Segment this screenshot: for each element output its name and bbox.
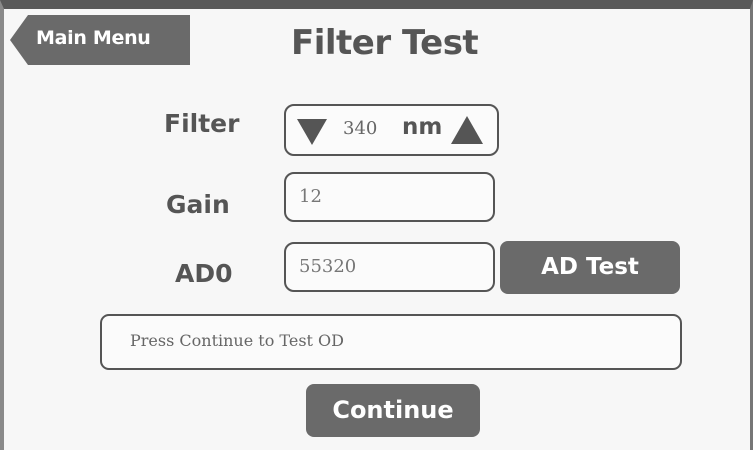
status-message-box: Press Continue to Test OD <box>100 314 682 370</box>
gain-value: 12 <box>299 186 322 207</box>
ad0-field[interactable]: 55320 <box>284 242 495 292</box>
increase-arrow-icon[interactable] <box>451 116 483 144</box>
filter-label: Filter <box>164 109 240 138</box>
ad0-value: 55320 <box>299 256 357 277</box>
ad0-label: AD0 <box>175 259 233 288</box>
gain-field[interactable]: 12 <box>284 172 495 222</box>
continue-label: Continue <box>332 396 454 424</box>
ad-test-label: AD Test <box>541 254 639 280</box>
status-message-text: Press Continue to Test OD <box>130 331 344 350</box>
main-menu-label: Main Menu <box>36 27 151 49</box>
filter-value: 340 <box>343 118 378 139</box>
gain-label: Gain <box>166 190 230 219</box>
main-menu-button[interactable]: Main Menu <box>10 15 190 65</box>
filter-test-screen: Main Menu Filter Test Filter 340 nm Gain… <box>0 0 753 450</box>
page-title: Filter Test <box>291 23 479 63</box>
filter-unit: nm <box>402 114 443 140</box>
ad-test-button[interactable]: AD Test <box>500 241 680 294</box>
filter-stepper: 340 nm <box>284 104 499 156</box>
decrease-arrow-icon[interactable] <box>297 119 327 145</box>
continue-button[interactable]: Continue <box>306 384 480 437</box>
